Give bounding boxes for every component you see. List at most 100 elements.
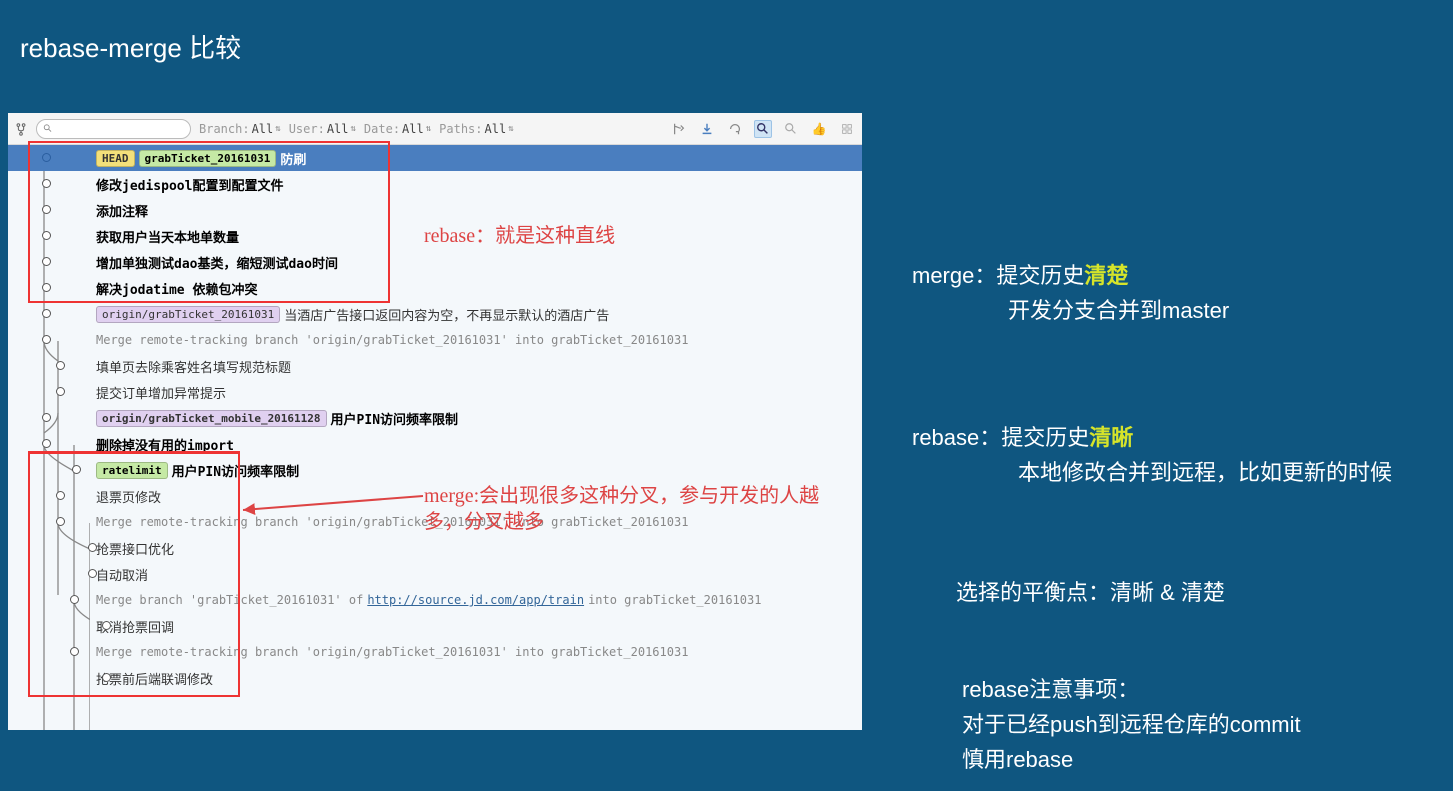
- settings-icon[interactable]: [838, 120, 856, 138]
- commit-dot: [42, 413, 51, 422]
- rebase-line2: 本地修改合并到远程，比如更新的时候: [1018, 460, 1392, 485]
- commit-text: 防刷: [280, 149, 306, 168]
- commit-dot: [70, 647, 79, 656]
- commit-message: 抢票前后端联调修改: [96, 669, 862, 688]
- toolbar-actions: 👍: [670, 120, 856, 138]
- commit-dot: [56, 387, 65, 396]
- commit-dot: [88, 543, 97, 552]
- commit-row[interactable]: 删除掉没有用的import: [8, 431, 862, 457]
- commit-dot: [42, 179, 51, 188]
- commit-message: 取消抢票回调: [96, 617, 862, 636]
- rebase-notes: rebase注意事项： 对于已经push到远程仓库的commit 慎用rebas…: [962, 672, 1422, 778]
- commit-text: 添加注释: [96, 201, 148, 220]
- intellisort-icon[interactable]: [754, 120, 772, 138]
- commit-dot: [88, 569, 97, 578]
- sort-icon: ⇅: [275, 124, 280, 134]
- rebase-description: rebase：提交历史清晰 本地修改合并到远程，比如更新的时候: [912, 420, 1432, 490]
- commit-text: 用户PIN访问频率限制: [331, 409, 458, 428]
- merge-highlight: 清楚: [1084, 263, 1128, 288]
- commit-row[interactable]: 抢票前后端联调修改: [8, 665, 862, 691]
- commit-row[interactable]: Merge remote-tracking branch 'origin/gra…: [8, 639, 862, 665]
- commit-dot: [102, 621, 111, 630]
- commit-row[interactable]: 填单页去除乘客姓名填写规范标题: [8, 353, 862, 379]
- commit-dot: [42, 153, 51, 162]
- sort-icon: ⇅: [351, 124, 356, 134]
- commit-text: 自动取消: [96, 565, 148, 584]
- thumbs-icon[interactable]: 👍: [810, 120, 828, 138]
- commit-row[interactable]: origin/grabTicket_mobile_20161128用户PIN访问…: [8, 405, 862, 431]
- download-icon[interactable]: [698, 120, 716, 138]
- commit-dot: [42, 335, 51, 344]
- commit-text: 抢票接口优化: [96, 539, 174, 558]
- commit-message: 增加单独测试dao基类，缩短测试dao时间: [96, 253, 862, 272]
- commit-row[interactable]: Merge branch 'grabTicket_20161031' of ht…: [8, 587, 862, 613]
- note-title: rebase注意事项：: [962, 677, 1139, 702]
- commit-dot: [42, 283, 51, 292]
- commit-row[interactable]: 修改jedispool配置到配置文件: [8, 171, 862, 197]
- commit-dot: [56, 361, 65, 370]
- search-input[interactable]: [36, 119, 191, 139]
- commit-dot: [70, 595, 79, 604]
- commit-message: 自动取消: [96, 565, 862, 584]
- commit-message: Merge remote-tracking branch 'origin/gra…: [96, 645, 862, 659]
- rebase-highlight: 清晰: [1089, 425, 1133, 450]
- commit-message: HEADgrabTicket_20161031防刷: [96, 149, 862, 168]
- commit-row[interactable]: Merge remote-tracking branch 'origin/gra…: [8, 327, 862, 353]
- commit-text: 用户PIN访问频率限制: [172, 461, 299, 480]
- branch-tag[interactable]: ratelimit: [96, 462, 168, 479]
- commit-text: 填单页去除乘客姓名填写规范标题: [96, 357, 291, 376]
- commit-message: ratelimit用户PIN访问频率限制: [96, 461, 862, 480]
- commit-dot: [42, 309, 51, 318]
- cherry-pick-icon[interactable]: [670, 120, 688, 138]
- branch-tag[interactable]: grabTicket_20161031: [139, 150, 277, 167]
- commit-text: 当酒店广告接口返回内容为空，不再显示默认的酒店广告: [284, 305, 609, 324]
- commit-message: Merge branch 'grabTicket_20161031' of ht…: [96, 593, 862, 607]
- commit-message: 填单页去除乘客姓名填写规范标题: [96, 357, 862, 376]
- commit-dot: [42, 257, 51, 266]
- note-line1: 对于已经push到远程仓库的commit: [962, 712, 1301, 737]
- git-history-screenshot: Branch: All ⇅ User: All ⇅ Date: All ⇅ Pa…: [8, 113, 862, 730]
- balance-text: 选择的平衡点：清晰 & 清楚: [956, 575, 1416, 610]
- commit-message: origin/grabTicket_mobile_20161128用户PIN访问…: [96, 409, 862, 428]
- search-field[interactable]: [57, 123, 184, 135]
- sort-icon: ⇅: [508, 124, 513, 134]
- git-toolbar: Branch: All ⇅ User: All ⇅ Date: All ⇅ Pa…: [8, 113, 862, 145]
- commit-message: Merge remote-tracking branch 'origin/gra…: [96, 333, 862, 347]
- merge-description: merge：提交历史清楚 开发分支合并到master: [912, 258, 1422, 328]
- head-tag[interactable]: HEAD: [96, 150, 135, 167]
- zoom-icon[interactable]: [782, 120, 800, 138]
- commit-message: 抢票接口优化: [96, 539, 862, 558]
- refresh-icon[interactable]: [726, 120, 744, 138]
- filter-user[interactable]: User: All ⇅: [289, 122, 356, 136]
- commit-row[interactable]: 提交订单增加异常提示: [8, 379, 862, 405]
- slide-title: rebase-merge 比较: [20, 28, 241, 65]
- commit-message: 添加注释: [96, 201, 862, 220]
- commit-dot: [56, 517, 65, 526]
- rebase-label: rebase：提交历史: [912, 425, 1089, 450]
- merge-label: merge：提交历史: [912, 263, 1084, 288]
- commit-row[interactable]: 取消抢票回调: [8, 613, 862, 639]
- commit-row[interactable]: origin/grabTicket_20161031当酒店广告接口返回内容为空，…: [8, 301, 862, 327]
- remote-branch-tag[interactable]: origin/grabTicket_mobile_20161128: [96, 410, 327, 427]
- commit-link[interactable]: http://source.jd.com/app/train: [367, 593, 584, 607]
- filter-branch[interactable]: Branch: All ⇅: [199, 122, 281, 136]
- filter-paths[interactable]: Paths: All ⇅: [439, 122, 513, 136]
- commit-row[interactable]: 添加注释: [8, 197, 862, 223]
- commit-text: 抢票前后端联调修改: [96, 669, 213, 688]
- commit-row[interactable]: ratelimit用户PIN访问频率限制: [8, 457, 862, 483]
- commit-message: 解决jodatime 依赖包冲突: [96, 279, 862, 298]
- commit-message: origin/grabTicket_20161031当酒店广告接口返回内容为空，…: [96, 305, 862, 324]
- commit-row[interactable]: 增加单独测试dao基类，缩短测试dao时间: [8, 249, 862, 275]
- sort-icon: ⇅: [426, 124, 431, 134]
- commit-dot: [42, 439, 51, 448]
- rebase-annotation: rebase：就是这种直线: [424, 223, 615, 249]
- commit-dot: [102, 673, 111, 682]
- commit-row[interactable]: 抢票接口优化: [8, 535, 862, 561]
- commit-row[interactable]: 解决jodatime 依赖包冲突: [8, 275, 862, 301]
- commit-row[interactable]: 自动取消: [8, 561, 862, 587]
- merge-annotation: merge:会出现很多这种分叉，参与开发的人越多，分叉越多: [424, 483, 844, 535]
- filter-date[interactable]: Date: All ⇅: [364, 122, 431, 136]
- remote-branch-tag[interactable]: origin/grabTicket_20161031: [96, 306, 280, 323]
- commit-text: 获取用户当天本地单数量: [96, 227, 239, 246]
- commit-row[interactable]: HEADgrabTicket_20161031防刷: [8, 145, 862, 171]
